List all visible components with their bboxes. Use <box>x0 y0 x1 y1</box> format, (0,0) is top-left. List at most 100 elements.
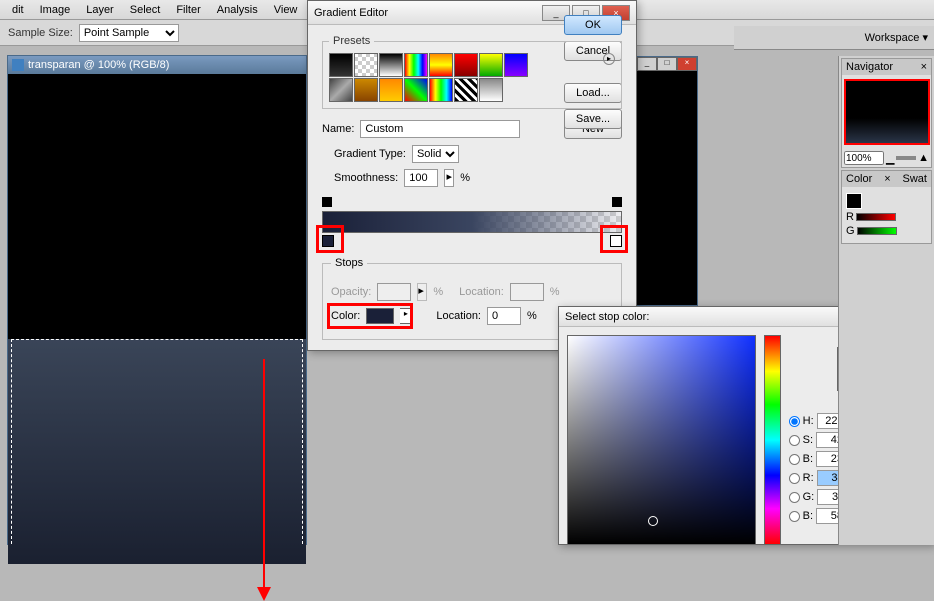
smoothness-label: Smoothness: <box>334 172 398 184</box>
zoom-out-icon[interactable]: ▁ <box>886 152 894 165</box>
r-slider-label: R <box>846 211 854 223</box>
preset-swatch[interactable] <box>379 53 403 77</box>
workspace-dropdown[interactable]: Workspace ▾ <box>865 31 928 44</box>
hue-slider[interactable] <box>764 335 781 545</box>
close-icon[interactable]: × <box>921 61 927 73</box>
preset-swatch[interactable] <box>404 53 428 77</box>
canvas-gradient-region <box>8 339 306 564</box>
preset-swatch[interactable] <box>479 53 503 77</box>
close-icon[interactable]: × <box>677 57 697 71</box>
presets-group: Presets ▸ <box>322 35 622 109</box>
gradient-editor-dialog: Gradient Editor _ □ × OK Cancel Load... … <box>307 0 637 351</box>
menu-filter[interactable]: Filter <box>168 2 208 18</box>
smoothness-arrow-icon[interactable]: ▸ <box>444 169 454 187</box>
zoom-slider[interactable] <box>896 156 916 160</box>
preset-swatch[interactable] <box>504 53 528 77</box>
sample-size-select[interactable]: Point Sample <box>79 24 179 42</box>
gradient-type-label: Gradient Type: <box>334 148 406 160</box>
annotation-box-right <box>600 225 628 253</box>
menu-analysis[interactable]: Analysis <box>209 2 266 18</box>
canvas[interactable] <box>8 74 306 544</box>
opacity-label: Opacity: <box>331 286 371 298</box>
preset-swatch[interactable] <box>479 78 503 102</box>
preset-swatch[interactable] <box>454 78 478 102</box>
gradient-bar[interactable] <box>322 211 622 233</box>
gradient-bar-area[interactable] <box>322 197 622 247</box>
presets-menu-icon[interactable]: ▸ <box>603 53 615 65</box>
g-radio[interactable] <box>789 492 800 503</box>
stops-label: Stops <box>331 257 367 269</box>
menu-view[interactable]: View <box>266 2 306 18</box>
opacity-stop-right[interactable] <box>612 197 622 207</box>
preset-swatch[interactable] <box>379 78 403 102</box>
annotation-arrow <box>263 359 265 599</box>
workspace-bar: Workspace ▾ <box>734 26 934 50</box>
opacity-unit: % <box>433 286 443 298</box>
preset-swatches <box>329 53 529 102</box>
color-field-cursor[interactable] <box>648 516 658 526</box>
foreground-color-chip[interactable] <box>846 193 862 209</box>
navigator-title[interactable]: Navigator <box>846 61 893 73</box>
g-label: G: <box>803 491 815 503</box>
preset-swatch[interactable] <box>329 78 353 102</box>
zoom-in-icon[interactable]: ▲ <box>918 152 929 164</box>
menu-edit[interactable]: dit <box>4 2 32 18</box>
ok-button[interactable]: OK <box>564 15 622 35</box>
smoothness-input[interactable] <box>404 169 438 187</box>
b-label: B: <box>803 453 813 465</box>
color-picker-title: Select stop color: <box>565 311 649 323</box>
document-titlebar[interactable]: transparan @ 100% (RGB/8) <box>8 56 306 74</box>
location-unit-2: % <box>527 310 537 322</box>
bb-radio[interactable] <box>789 511 800 522</box>
preset-swatch[interactable] <box>429 53 453 77</box>
location-unit-1: % <box>550 286 560 298</box>
maximize-icon[interactable]: □ <box>657 57 677 71</box>
g-slider[interactable] <box>857 227 897 235</box>
color-panel: Color×Swat R G <box>841 170 932 244</box>
color-field[interactable] <box>567 335 756 545</box>
r-slider[interactable] <box>856 213 896 221</box>
presets-label: Presets <box>329 35 374 47</box>
name-input[interactable] <box>360 120 520 138</box>
name-label: Name: <box>322 123 354 135</box>
document-window: transparan @ 100% (RGB/8) <box>7 55 307 545</box>
document-window-2: _ □ × <box>628 56 698 306</box>
save-button[interactable]: Save... <box>564 109 622 129</box>
location-label-1: Location: <box>459 286 504 298</box>
menu-select[interactable]: Select <box>122 2 169 18</box>
bb-label: B: <box>803 510 813 522</box>
r-radio[interactable] <box>789 473 800 484</box>
location-input-2[interactable] <box>487 307 521 325</box>
opacity-stop-left[interactable] <box>322 197 332 207</box>
s-label: S: <box>803 434 813 446</box>
preset-swatch[interactable] <box>454 53 478 77</box>
h-radio[interactable] <box>789 416 800 427</box>
s-radio[interactable] <box>789 435 800 446</box>
marquee-top <box>11 339 303 340</box>
marquee-right <box>302 339 303 544</box>
document-icon <box>12 59 24 71</box>
close-icon[interactable]: × <box>884 173 890 185</box>
location-label-2: Location: <box>436 310 481 322</box>
menu-layer[interactable]: Layer <box>78 2 122 18</box>
menu-image[interactable]: Image <box>32 2 79 18</box>
preset-swatch[interactable] <box>354 78 378 102</box>
preset-swatch[interactable] <box>329 53 353 77</box>
preset-swatch[interactable] <box>354 53 378 77</box>
gradient-editor-title: Gradient Editor <box>314 7 388 19</box>
navigator-thumbnail[interactable] <box>844 79 930 145</box>
opacity-input <box>377 283 411 301</box>
color-panel-title[interactable]: Color <box>846 173 872 185</box>
minimize-icon[interactable]: _ <box>637 57 657 71</box>
preset-swatch[interactable] <box>429 78 453 102</box>
document-title: transparan @ 100% (RGB/8) <box>28 59 169 71</box>
gradient-type-select[interactable]: Solid <box>412 145 459 163</box>
b-radio[interactable] <box>789 454 800 465</box>
annotation-box-left <box>316 225 344 253</box>
smoothness-unit: % <box>460 172 470 184</box>
r-label: R: <box>803 472 814 484</box>
preset-swatch[interactable] <box>404 78 428 102</box>
swatches-tab[interactable]: Swat <box>903 173 927 185</box>
right-panels: Navigator× ▁ ▲ Color×Swat R G <box>838 56 934 545</box>
zoom-input[interactable] <box>844 151 884 165</box>
